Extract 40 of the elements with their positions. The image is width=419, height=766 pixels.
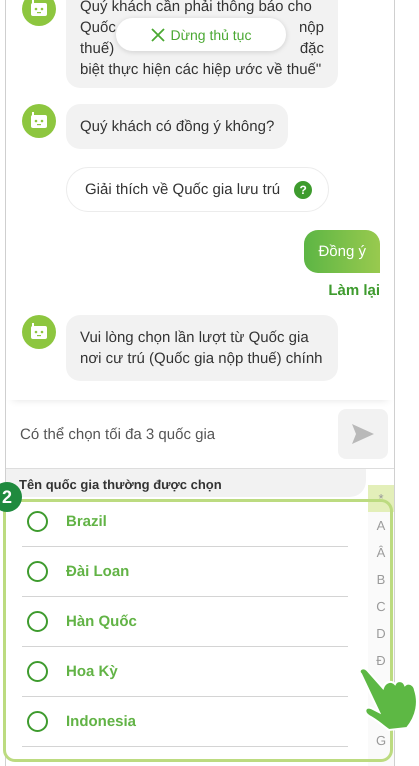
help-icon: ? bbox=[294, 180, 312, 198]
user-message: Đồng ý bbox=[304, 230, 380, 273]
country-name: Hoa Kỳ bbox=[66, 663, 118, 680]
country-option[interactable]: Brazil bbox=[22, 497, 348, 547]
country-option[interactable]: Hàn Quốc bbox=[22, 597, 348, 647]
message-text: Quý khách có đồng ý không? bbox=[80, 118, 274, 135]
country-option[interactable]: Đài Loan bbox=[22, 547, 348, 597]
country-option[interactable]: Hoa Kỳ bbox=[22, 647, 348, 697]
country-option[interactable]: Indonesia bbox=[22, 697, 348, 747]
index-letter[interactable]: B bbox=[368, 566, 394, 593]
explanation-chip[interactable]: Giải thích về Quốc gia lưu trú ? bbox=[66, 167, 330, 212]
country-name: Brazil bbox=[66, 513, 107, 530]
index-letter[interactable]: C bbox=[368, 593, 394, 620]
message-text: đặc bbox=[300, 39, 324, 59]
message-text: thuế) bbox=[80, 39, 114, 59]
country-name: Hàn Quốc bbox=[66, 613, 137, 630]
message-text: nộp bbox=[298, 18, 324, 38]
message-text: Vui lòng chọn lần lượt từ Quốc gia nơi cư trú (Quốc gia nộp thuế) chính bbox=[80, 329, 323, 367]
radio-button[interactable] bbox=[27, 611, 48, 632]
index-letter[interactable]: Â bbox=[368, 539, 394, 566]
country-name: Indonesia bbox=[66, 713, 136, 730]
input-field[interactable]: Có thể chọn tối đa 3 quốc gia bbox=[18, 424, 330, 444]
redo-link[interactable]: Làm lại bbox=[328, 282, 380, 299]
radio-button[interactable] bbox=[27, 561, 48, 582]
message-text: biệt thực hiện các hiệp ước về thuế" bbox=[80, 60, 322, 80]
radio-button[interactable] bbox=[27, 661, 48, 682]
index-letter[interactable]: Đ bbox=[368, 647, 394, 674]
country-name: Đài Loan bbox=[66, 563, 130, 580]
bot-avatar-icon bbox=[22, 315, 56, 349]
radio-button[interactable] bbox=[27, 711, 48, 732]
radio-button[interactable] bbox=[27, 511, 48, 532]
index-letter[interactable]: G bbox=[368, 732, 394, 750]
send-icon bbox=[351, 423, 375, 445]
bot-avatar-icon bbox=[22, 104, 56, 138]
index-letter[interactable]: A bbox=[368, 512, 394, 539]
index-letter[interactable]: D bbox=[368, 620, 394, 647]
stop-procedure-button[interactable]: Dừng thủ tục bbox=[116, 18, 286, 51]
send-button[interactable] bbox=[338, 409, 388, 459]
message-text: Quốc bbox=[80, 18, 116, 38]
close-icon bbox=[150, 28, 164, 42]
